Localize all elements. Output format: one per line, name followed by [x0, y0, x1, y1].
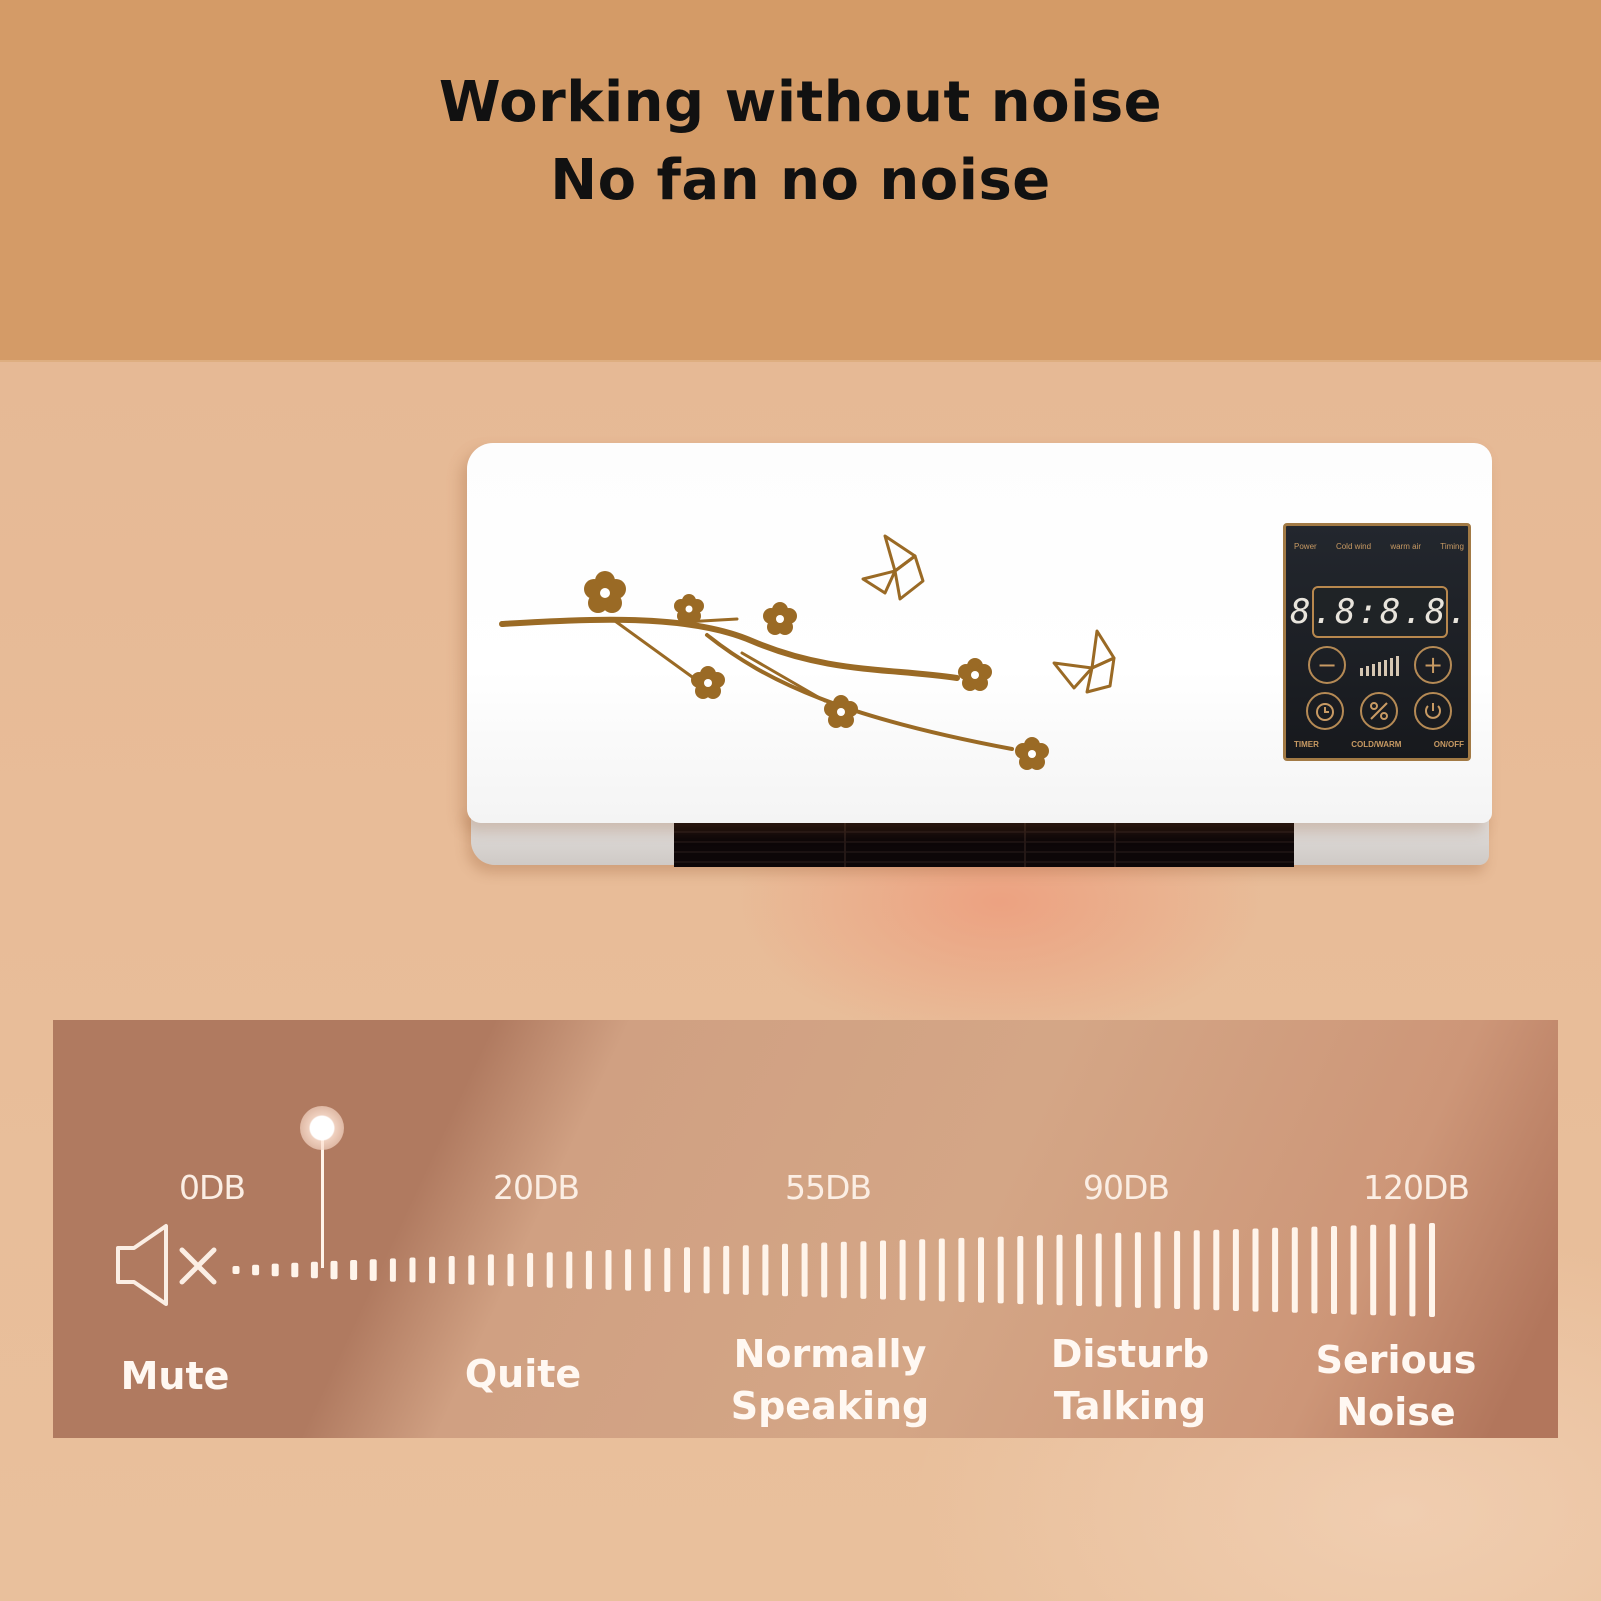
category-disturb-talking: Disturb Talking — [1051, 1328, 1209, 1432]
meter-bar — [1174, 1230, 1181, 1309]
meter-bar — [840, 1241, 847, 1299]
current-level-marker-dot — [300, 1106, 344, 1150]
meter-bar — [821, 1242, 828, 1298]
meter-bar — [1232, 1229, 1239, 1311]
meter-bar — [487, 1254, 494, 1286]
meter-bar — [723, 1245, 730, 1295]
meter-bar — [468, 1255, 475, 1285]
meter-bar — [1409, 1223, 1416, 1317]
category-normally-speaking: Normally Speaking — [731, 1328, 930, 1432]
meter-bar — [389, 1258, 396, 1282]
meter-bar — [782, 1243, 788, 1297]
meter-bar — [1311, 1226, 1318, 1314]
meter-bar — [919, 1239, 926, 1301]
meter-bar — [1291, 1227, 1298, 1313]
category-serious-line1: Serious — [1315, 1338, 1477, 1382]
meter-bar — [625, 1249, 632, 1291]
meter-bar — [1370, 1224, 1377, 1316]
meter-bar — [409, 1257, 416, 1283]
meter-bar — [801, 1243, 808, 1297]
category-quite: Quite — [465, 1348, 581, 1400]
meter-bar — [997, 1236, 1004, 1304]
meter-bar — [1056, 1234, 1063, 1306]
meter-bar — [546, 1252, 553, 1288]
meter-bar — [271, 1263, 279, 1277]
meter-bar — [448, 1256, 455, 1285]
meter-bar — [291, 1262, 299, 1278]
meter-bar — [369, 1259, 377, 1281]
meter-bar — [350, 1260, 358, 1280]
meter-bar — [880, 1240, 886, 1300]
meter-bar — [664, 1247, 671, 1292]
meter-bar — [860, 1241, 867, 1299]
meter-bar — [252, 1264, 260, 1276]
meter-bar — [330, 1260, 338, 1280]
meter-bar — [1076, 1234, 1083, 1306]
meter-bar — [938, 1238, 945, 1302]
meter-bar — [899, 1239, 906, 1301]
category-noise-line2: Noise — [1336, 1390, 1456, 1434]
meter-bar — [507, 1253, 514, 1287]
meter-bar — [1095, 1233, 1102, 1307]
category-talking-line2: Talking — [1053, 1384, 1207, 1428]
meter-bar — [958, 1237, 965, 1303]
meter-bar — [1429, 1223, 1435, 1317]
meter-bar — [527, 1252, 534, 1287]
meter-bar — [605, 1250, 612, 1290]
meter-bar — [762, 1244, 769, 1296]
meter-bar — [1036, 1235, 1043, 1305]
meter-bar — [1154, 1231, 1161, 1309]
meter-bar — [1213, 1229, 1220, 1311]
category-disturb-line1: Disturb — [1050, 1332, 1210, 1376]
meter-bar — [566, 1251, 573, 1289]
meter-bar — [1193, 1230, 1200, 1310]
meter-bar — [429, 1256, 436, 1284]
category-mute-line1: Mute — [120, 1354, 230, 1398]
meter-bar — [1389, 1224, 1396, 1316]
category-speaking-line2: Speaking — [730, 1384, 930, 1428]
meter-bar — [232, 1266, 240, 1274]
category-mute: Mute — [121, 1350, 230, 1402]
meter-bar — [1350, 1225, 1357, 1315]
meter-bar — [644, 1248, 651, 1292]
meter-bar — [310, 1261, 318, 1279]
category-serious-noise: Serious Noise — [1316, 1334, 1477, 1438]
meter-bar — [1272, 1227, 1279, 1313]
meter-bar — [978, 1237, 984, 1303]
category-normally-line1: Normally — [733, 1332, 927, 1376]
meter-bar — [1252, 1228, 1259, 1312]
meter-bar — [703, 1246, 710, 1294]
meter-bar — [684, 1247, 690, 1293]
category-quite-line1: Quite — [464, 1352, 582, 1396]
meter-bar — [1331, 1226, 1337, 1314]
meter-bar — [1134, 1232, 1141, 1308]
meter-bar — [1017, 1236, 1024, 1305]
meter-bar — [742, 1245, 749, 1295]
meter-bar — [585, 1250, 592, 1290]
meter-bar — [1115, 1232, 1122, 1308]
